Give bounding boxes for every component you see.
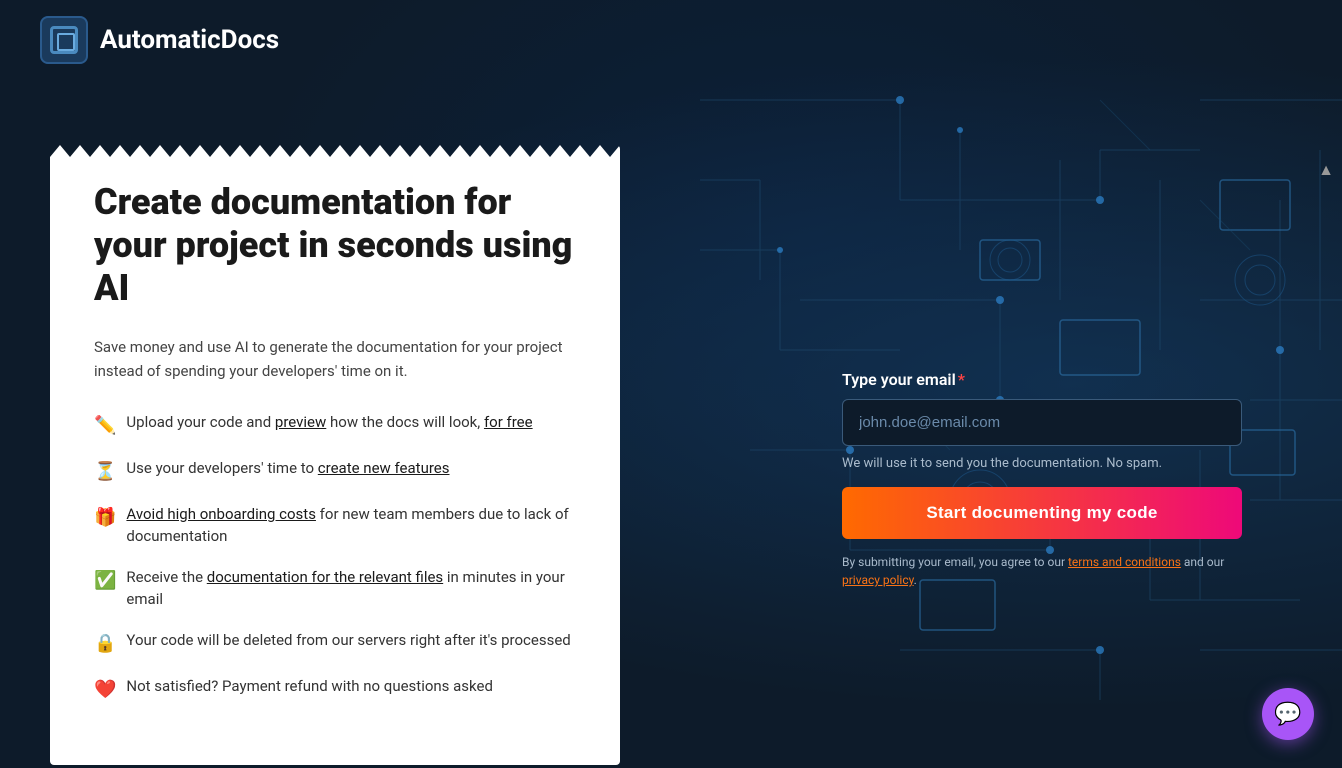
feature-emoji-5: 🔒 bbox=[94, 630, 116, 657]
feature-emoji-4: ✅ bbox=[94, 567, 116, 594]
navbar: AutomaticDocs bbox=[0, 0, 1342, 80]
cta-button[interactable]: Start documenting my code bbox=[842, 487, 1242, 539]
create-features-link[interactable]: create new features bbox=[318, 459, 450, 477]
feature-text-6: Not satisfied? Payment refund with no qu… bbox=[126, 675, 493, 698]
onboarding-link[interactable]: Avoid high onboarding costs bbox=[126, 505, 316, 523]
logo-shape bbox=[50, 26, 78, 54]
feature-text-3: Avoid high onboarding costs for new team… bbox=[126, 503, 576, 548]
feature-text-5: Your code will be deleted from our serve… bbox=[126, 629, 570, 652]
brand-name: AutomaticDocs bbox=[100, 25, 279, 55]
email-input[interactable] bbox=[842, 399, 1242, 446]
feature-item-1: ✏️ Upload your code and preview how the … bbox=[94, 411, 576, 439]
terms-text: By submitting your email, you agree to o… bbox=[842, 553, 1242, 589]
no-spam-text: We will use it to send you the documenta… bbox=[842, 456, 1242, 471]
terms-link[interactable]: terms and conditions bbox=[1068, 555, 1181, 569]
hero-subtitle: Save money and use AI to generate the do… bbox=[94, 335, 576, 383]
privacy-link[interactable]: privacy policy bbox=[842, 573, 914, 587]
hero-title: Create documentation for your project in… bbox=[94, 181, 576, 311]
feature-emoji-3: 🎁 bbox=[94, 504, 116, 531]
logo-container: AutomaticDocs bbox=[40, 16, 279, 64]
feature-emoji-2: ⏳ bbox=[94, 458, 116, 485]
email-label: Type your email* bbox=[842, 370, 1242, 389]
scroll-indicator: ▲ bbox=[1318, 160, 1334, 180]
feature-text-4: Receive the documentation for the releva… bbox=[126, 566, 576, 611]
docs-files-link[interactable]: documentation for the relevant files bbox=[207, 568, 443, 586]
feature-text-2: Use your developers' time to create new … bbox=[126, 457, 449, 480]
preview-link[interactable]: preview bbox=[275, 413, 326, 431]
feature-emoji-6: ❤️ bbox=[94, 676, 116, 703]
feature-emoji-1: ✏️ bbox=[94, 412, 116, 439]
feature-item-3: 🎁 Avoid high onboarding costs for new te… bbox=[94, 503, 576, 548]
feature-item-2: ⏳ Use your developers' time to create ne… bbox=[94, 457, 576, 485]
main-card: Create documentation for your project in… bbox=[50, 145, 620, 765]
chat-icon: 💬 bbox=[1274, 702, 1301, 727]
chat-bubble[interactable]: 💬 bbox=[1262, 688, 1314, 740]
feature-item-5: 🔒 Your code will be deleted from our ser… bbox=[94, 629, 576, 657]
for-free-link[interactable]: for free bbox=[484, 413, 533, 431]
form-panel: Type your email* We will use it to send … bbox=[842, 370, 1242, 589]
feature-item-6: ❤️ Not satisfied? Payment refund with no… bbox=[94, 675, 576, 703]
feature-text-1: Upload your code and preview how the doc… bbox=[126, 411, 532, 434]
logo-icon bbox=[40, 16, 88, 64]
feature-item-4: ✅ Receive the documentation for the rele… bbox=[94, 566, 576, 611]
